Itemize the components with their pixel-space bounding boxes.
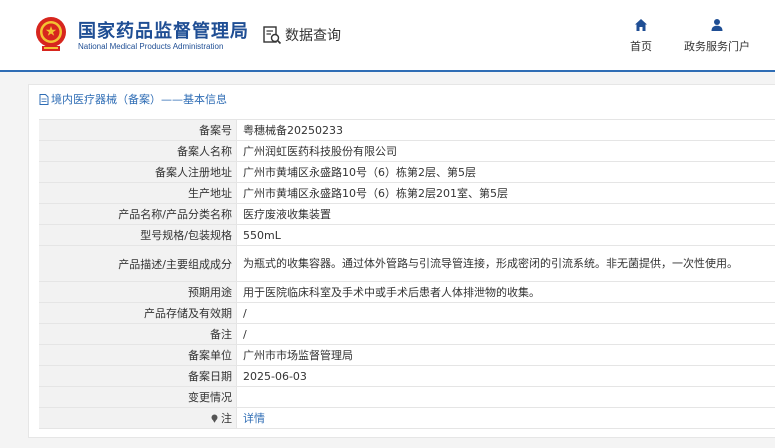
nav-portal-label: 政务服务门户 — [684, 40, 750, 53]
table-row: 备案人名称 广州润虹医药科技股份有限公司 — [39, 141, 775, 162]
note-icon — [211, 414, 218, 423]
home-icon — [635, 19, 647, 31]
data-query-label: 数据查询 — [285, 28, 341, 44]
row-label: 产品存储及有效期 — [39, 303, 237, 323]
row-value: / — [243, 327, 247, 341]
row-value: 粤穗械备20250233 — [243, 123, 343, 137]
nav-home[interactable]: 首页 — [623, 18, 659, 54]
table-row: 备注 / — [39, 324, 775, 345]
table-row: 产品描述/主要组成成分 为瓶式的收集容器。通过体外管路与引流导管连接，形成密闭的… — [39, 246, 775, 282]
row-label: 备案日期 — [39, 366, 237, 386]
detail-panel: 境内医疗器械（备案）——基本信息 备案号 粤穗械备20250233 备案人名称 … — [28, 84, 775, 438]
row-label: 备案人名称 — [39, 141, 237, 161]
row-value: 广州市黄埔区永盛路10号（6）栋第2层201室、第5层 — [243, 186, 508, 200]
row-label: 备案单位 — [39, 345, 237, 365]
table-row: 生产地址 广州市黄埔区永盛路10号（6）栋第2层201室、第5层 — [39, 183, 775, 204]
row-value: 用于医院临床科室及手术中或手术后患者人体排泄物的收集。 — [243, 285, 540, 299]
row-value: / — [243, 306, 247, 320]
table-row: 变更情况 — [39, 387, 775, 408]
note-label: 注 — [221, 412, 232, 425]
row-label: 产品名称/产品分类名称 — [39, 204, 237, 224]
table-row: 预期用途 用于医院临床科室及手术中或手术后患者人体排泄物的收集。 — [39, 282, 775, 303]
row-value: 医疗废液收集装置 — [243, 207, 331, 221]
table-row: 备案单位 广州市市场监督管理局 — [39, 345, 775, 366]
breadcrumb: 境内医疗器械（备案）——基本信息 — [39, 91, 227, 107]
table-row: 型号规格/包装规格 550mL — [39, 225, 775, 246]
national-emblem-icon — [36, 17, 66, 51]
document-search-icon — [263, 26, 282, 45]
row-label: 备案人注册地址 — [39, 162, 237, 182]
breadcrumb-text: 境内医疗器械（备案）——基本信息 — [51, 93, 227, 106]
table-row: 注 详情 — [39, 408, 775, 429]
row-label: 生产地址 — [39, 183, 237, 203]
data-query-link[interactable]: 数据查询 — [262, 24, 341, 46]
row-label: 产品描述/主要组成成分 — [39, 246, 237, 281]
row-value: 为瓶式的收集容器。通过体外管路与引流导管连接，形成密闭的引流系统。非无菌提供，一… — [243, 257, 738, 270]
row-label: 备注 — [39, 324, 237, 344]
org-name-cn: 国家药品监督管理局 — [78, 21, 249, 42]
nav-home-label: 首页 — [630, 40, 652, 53]
row-value: 550mL — [243, 228, 281, 242]
row-value: 广州市市场监督管理局 — [243, 348, 353, 362]
row-value: 详情 — [237, 408, 775, 428]
table-row: 产品名称/产品分类名称 医疗废液收集装置 — [39, 204, 775, 225]
nav-gov-service-portal[interactable]: 政务服务门户 — [674, 18, 760, 54]
row-label: 备案号 — [39, 120, 237, 140]
table-row: 备案日期 2025-06-03 — [39, 366, 775, 387]
row-label: 变更情况 — [39, 387, 237, 407]
table-row: 备案号 粤穗械备20250233 — [39, 120, 775, 141]
row-label: 预期用途 — [39, 282, 237, 302]
details-link[interactable]: 详情 — [243, 412, 265, 425]
table-row: 产品存储及有效期 / — [39, 303, 775, 324]
row-value: 广州市黄埔区永盛路10号（6）栋第2层、第5层 — [243, 165, 476, 179]
org-name-en: National Medical Products Administration — [78, 42, 224, 51]
site-header: 国家药品监督管理局 National Medical Products Admi… — [0, 0, 775, 72]
info-table: 备案号 粤穗械备20250233 备案人名称 广州润虹医药科技股份有限公司 备案… — [39, 119, 775, 429]
row-value — [237, 387, 775, 407]
table-row: 备案人注册地址 广州市黄埔区永盛路10号（6）栋第2层、第5层 — [39, 162, 775, 183]
document-icon — [39, 93, 49, 105]
row-label-note: 注 — [39, 408, 237, 428]
row-value: 广州润虹医药科技股份有限公司 — [243, 144, 397, 158]
row-value: 2025-06-03 — [243, 369, 307, 383]
user-icon — [711, 19, 723, 31]
row-label: 型号规格/包装规格 — [39, 225, 237, 245]
